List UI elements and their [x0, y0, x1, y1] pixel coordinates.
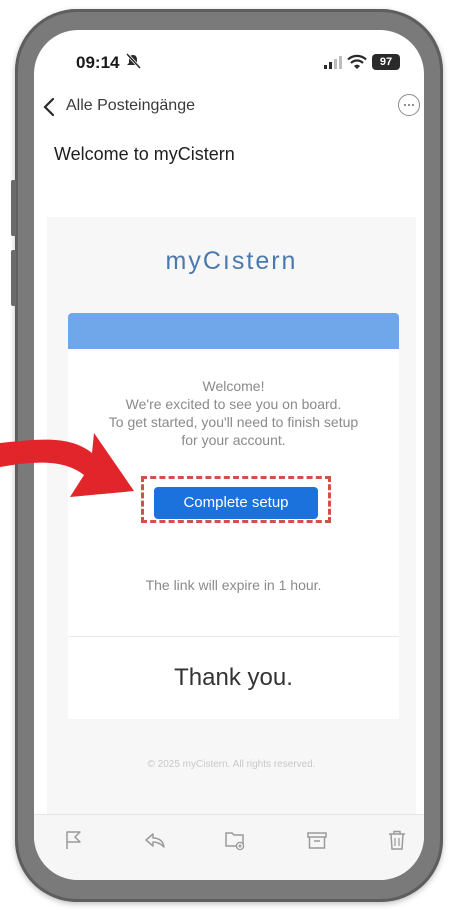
- battery-icon: 97: [372, 54, 400, 70]
- phone-side-button: [11, 250, 16, 306]
- status-bar: 09:14 97: [34, 30, 424, 92]
- phone-side-button: [11, 180, 16, 236]
- mute-icon: [125, 52, 142, 70]
- more-icon[interactable]: [398, 94, 420, 116]
- nav-bar: Alle Posteingänge: [34, 88, 424, 126]
- move-to-folder-icon[interactable]: [224, 829, 246, 851]
- red-arrow-icon: [0, 433, 134, 497]
- email-footer: © 2025 myCistern. All rights reserved.: [147, 759, 316, 770]
- flag-icon[interactable]: [63, 829, 85, 851]
- chevron-left-icon[interactable]: [42, 97, 56, 117]
- back-link[interactable]: Alle Posteingänge: [66, 97, 195, 115]
- archive-icon[interactable]: [306, 829, 328, 851]
- bottom-toolbar: [34, 814, 424, 880]
- expiry-note: The link will expire in 1 hour.: [145, 577, 322, 593]
- brand-logo: myCıstern: [165, 247, 298, 275]
- trash-icon[interactable]: [386, 829, 408, 851]
- reply-icon[interactable]: [144, 829, 166, 851]
- email-subject: Welcome to myCistern: [54, 144, 235, 164]
- welcome-line: Welcome!: [202, 378, 265, 394]
- card-accent-bar: [68, 313, 399, 349]
- thank-you-text: Thank you.: [174, 664, 293, 691]
- status-time: 09:14: [76, 53, 120, 72]
- signal-icon: [324, 56, 342, 69]
- wifi-icon: [347, 54, 367, 69]
- divider: [68, 636, 399, 637]
- complete-setup-button[interactable]: Complete setup: [154, 487, 318, 519]
